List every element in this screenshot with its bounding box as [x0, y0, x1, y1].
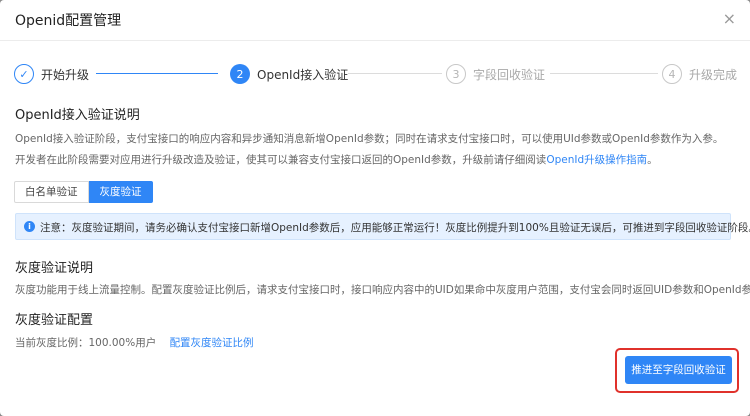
gray-config-title: 灰度验证配置 [15, 313, 94, 328]
intro-title: OpenId接入验证说明 [15, 108, 140, 123]
progress-steps: ✓ 开始升级 2 OpenId接入验证 3 字段回收验证 4 升级完成 [14, 62, 737, 86]
config-ratio-link[interactable]: 配置灰度验证比例 [170, 337, 254, 349]
upgrade-guide-link[interactable]: OpenId升级操作指南 [546, 154, 647, 166]
step-number: 2 [230, 64, 250, 84]
step-start-upgrade: ✓ 开始升级 [14, 62, 89, 86]
gray-config-row: 当前灰度比例：100.00%用户 配置灰度验证比例 [15, 335, 254, 350]
step-label: 开始升级 [41, 67, 90, 82]
info-icon: i [24, 221, 35, 232]
step-connector [96, 73, 218, 74]
tab-whitelist[interactable]: 白名单验证 [14, 181, 89, 203]
step-upgrade-complete: 4 升级完成 [662, 62, 737, 86]
step-label: 升级完成 [689, 67, 738, 82]
step-field-recycle: 3 字段回收验证 [446, 62, 545, 86]
tab-gray[interactable]: 灰度验证 [88, 181, 153, 203]
intro-line-1: OpenId接入验证阶段，支付宝接口的响应内容和异步通知消息新增OpenId参数… [15, 133, 724, 145]
intro-line-2-prefix: 开发者在此阶段需要对应用进行升级改造及验证，使其可以兼容支付宝接口返回的Open… [15, 154, 547, 166]
gray-desc-text: 灰度功能用于线上流量控制。配置灰度验证比例后，请求支付宝接口时，接口响应内容中的… [15, 284, 750, 296]
dialog-header: Openid配置管理 × [0, 0, 750, 41]
step-connector [348, 73, 442, 74]
alert-text: 注意：灰度验证期间，请务必确认支付宝接口新增OpenId参数后，应用能够正常运行… [40, 222, 750, 234]
gray-desc-title: 灰度验证说明 [15, 261, 94, 276]
step-openid-verify: 2 OpenId接入验证 [230, 62, 348, 86]
dialog-title: Openid配置管理 [15, 13, 122, 29]
check-icon: ✓ [14, 64, 34, 84]
advance-to-field-recycle-button[interactable]: 推进至字段回收验证 [625, 356, 732, 384]
step-label: OpenId接入验证 [257, 67, 349, 82]
intro-line-2-suffix: 。 [647, 154, 658, 166]
verify-mode-tabs: 白名单验证 灰度验证 [14, 181, 153, 203]
intro-line-2: 开发者在此阶段需要对应用进行升级改造及验证，使其可以兼容支付宝接口返回的Open… [15, 152, 658, 167]
notice-alert: i 注意：灰度验证期间，请务必确认支付宝接口新增OpenId参数后，应用能够正常… [15, 213, 750, 240]
step-number: 3 [446, 64, 466, 84]
close-icon[interactable]: × [723, 9, 736, 28]
current-ratio: 当前灰度比例：100.00%用户 [15, 337, 157, 349]
step-label: 字段回收验证 [473, 67, 546, 82]
step-connector [550, 73, 658, 74]
openid-config-dialog: Openid配置管理 × ✓ 开始升级 2 OpenId接入验证 3 字段回收验… [0, 0, 750, 416]
step-number: 4 [662, 64, 682, 84]
